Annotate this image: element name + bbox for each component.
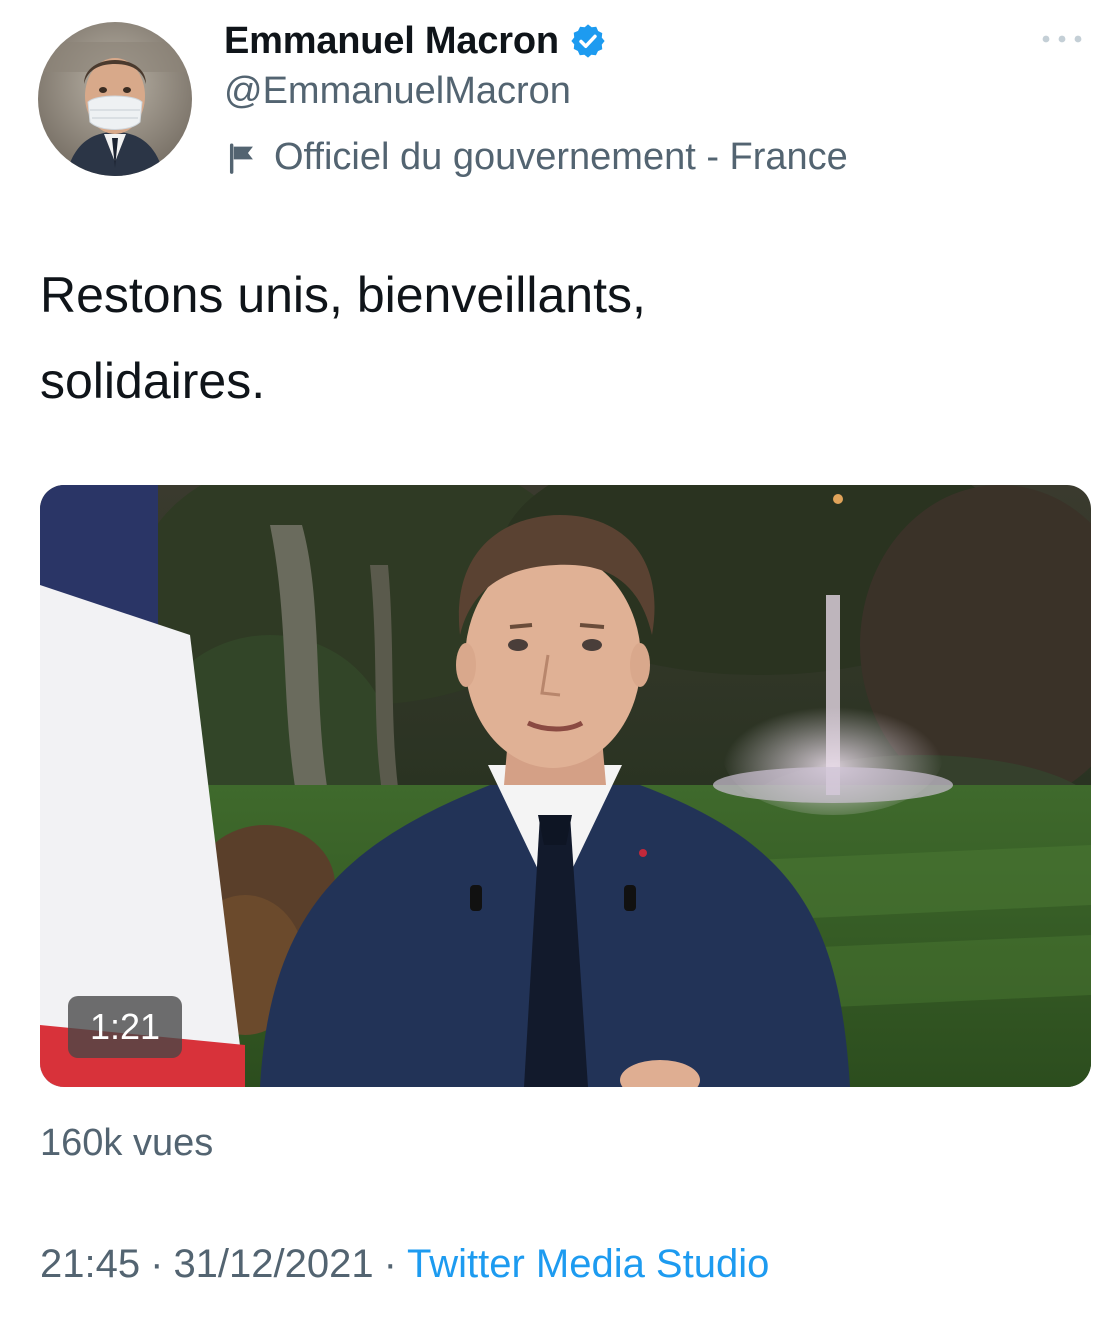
- avatar[interactable]: [38, 22, 192, 176]
- affiliation-text: Officiel du gouvernement - France: [274, 136, 848, 178]
- author-name-row: Emmanuel Macron: [224, 16, 607, 66]
- more-options-button[interactable]: [1036, 22, 1088, 56]
- verified-badge-icon: [571, 24, 605, 58]
- video-thumbnail: [40, 485, 1091, 1087]
- tweet-time[interactable]: 21:45: [40, 1242, 140, 1286]
- tweet-text: Restons unis, bienveillants, solidaires.: [40, 267, 646, 409]
- meta-separator: ·: [150, 1242, 164, 1286]
- tweet-meta: 21:45 · 31/12/2021 · Twitter Media Studio: [40, 1242, 769, 1287]
- author-handle[interactable]: @EmmanuelMacron: [224, 70, 571, 113]
- meta-separator: ·: [383, 1242, 397, 1286]
- view-count: 160k vues: [40, 1122, 214, 1164]
- flag-icon: [229, 143, 253, 174]
- affiliation-label: Officiel du gouvernement - France: [226, 136, 848, 179]
- avatar-image: [38, 22, 192, 176]
- tweet-card: Emmanuel Macron @EmmanuelMacron Officiel…: [0, 0, 1103, 1331]
- video-duration-badge: 1:21: [68, 996, 183, 1058]
- author-display-name[interactable]: Emmanuel Macron: [224, 20, 559, 63]
- tweet-date[interactable]: 31/12/2021: [173, 1242, 373, 1286]
- tweet-source-link[interactable]: Twitter Media Studio: [407, 1242, 769, 1286]
- video-player[interactable]: [40, 485, 1091, 1087]
- more-dots-icon: [1042, 35, 1082, 43]
